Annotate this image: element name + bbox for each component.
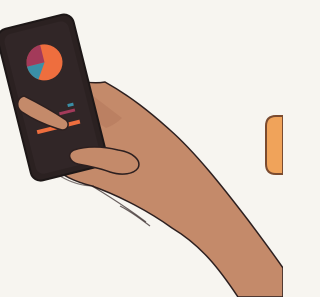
hand-holding-phone-illustration <box>0 0 283 297</box>
side-button-shape <box>265 115 283 175</box>
illustration <box>0 0 283 297</box>
